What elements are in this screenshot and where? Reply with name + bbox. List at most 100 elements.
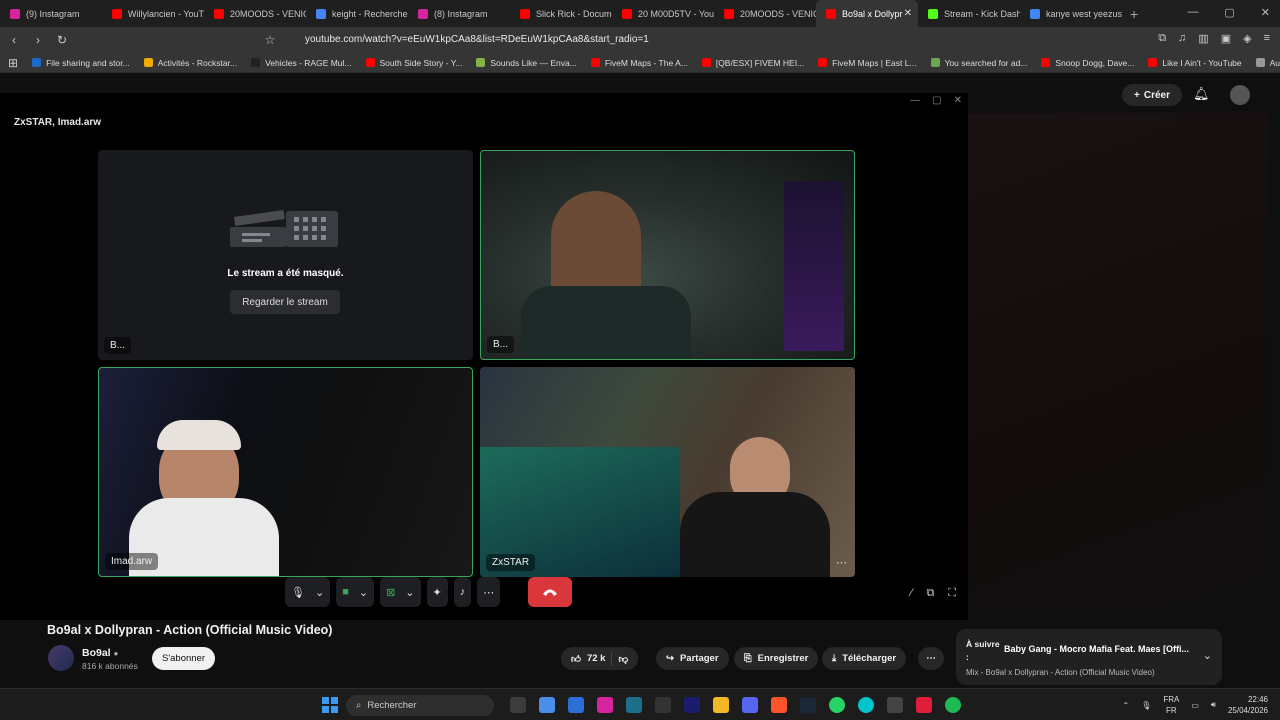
bookmark-item[interactable]: Activités - Rockstar... — [143, 58, 237, 68]
apps-grid-icon[interactable]: ⊞ — [8, 56, 18, 70]
bookmark-item[interactable]: Like I Ain't - YouTube — [1148, 58, 1242, 68]
browser-tab[interactable]: kanye west yeezus — [1020, 0, 1122, 27]
more-icon[interactable]: ⋯ — [483, 586, 494, 599]
download-button[interactable]: ⤓ Télécharger — [822, 647, 907, 670]
browser-tab[interactable]: (9) Instagram — [0, 0, 102, 27]
video-tile-participant[interactable]: ZxSTAR ⋯ — [480, 367, 855, 577]
minimize-icon[interactable]: — — [910, 95, 920, 106]
maximize-icon[interactable]: ▢ — [1224, 6, 1234, 19]
close-icon[interactable]: ✕ — [1261, 6, 1270, 19]
camera-control[interactable]: ■ ⌄ — [336, 577, 375, 607]
fullscreen-icon[interactable]: ⛶ — [948, 587, 956, 600]
camera-icon[interactable]: ■ — [342, 586, 349, 598]
mic-control[interactable]: 🎙︎ ⌄ — [285, 577, 331, 607]
account-avatar[interactable] — [1230, 85, 1250, 105]
video-tile-participant[interactable]: B... — [480, 150, 855, 360]
up-next-song[interactable]: Baby Gang - Mocro Mafia Feat. Maes [Offi… — [1004, 644, 1189, 654]
bookmark-item[interactable]: [QB/ESX] FIVEM HEI... — [701, 58, 804, 68]
language-indicator[interactable]: FRA FR — [1163, 694, 1179, 716]
bookmark-item[interactable]: South Side Story - Y... — [365, 58, 462, 68]
browser-tab[interactable]: keight - Recherche — [306, 0, 408, 27]
thumbs-down-icon[interactable]: 👎︎ — [618, 653, 628, 665]
watch-stream-button[interactable]: Regarder le stream — [230, 290, 340, 314]
more-actions-button[interactable]: ⋯ — [918, 647, 944, 670]
channel-avatar[interactable] — [48, 645, 74, 671]
more-button[interactable]: ⋯ — [477, 577, 501, 607]
screen-share-icon[interactable]: ⊠ — [386, 586, 395, 599]
bookmark-icon[interactable]: ☆ — [260, 33, 280, 47]
disconnect-button[interactable] — [528, 577, 573, 607]
thumbs-up-icon[interactable]: 👍︎ — [571, 653, 581, 665]
channel-name[interactable]: Bo9al ● — [82, 647, 118, 659]
bookmark-item[interactable]: Snoop Dogg, Dave... — [1041, 58, 1134, 68]
brave-icon[interactable] — [771, 697, 787, 713]
bookmark-item[interactable]: Autres favoris — [1255, 58, 1280, 68]
reload-icon[interactable]: ↻ — [52, 33, 72, 47]
menu-icon[interactable]: ≡ — [1264, 32, 1270, 45]
spotify-icon[interactable] — [945, 697, 961, 713]
bookmark-item[interactable]: Vehicles - RAGE Mul... — [251, 58, 352, 68]
steam-icon[interactable] — [800, 697, 816, 713]
activities-button[interactable]: ✦ — [426, 577, 448, 607]
bookmark-item[interactable]: You searched for ad... — [930, 58, 1027, 68]
close-icon[interactable]: ✕ — [954, 95, 962, 106]
popout-icon[interactable]: ⧉ — [926, 587, 934, 600]
like-count[interactable]: 72 k — [587, 653, 606, 664]
video-tile-participant[interactable]: Imad.arw — [98, 367, 473, 577]
new-tab-icon[interactable]: + — [1130, 6, 1138, 22]
app-icon[interactable] — [626, 697, 642, 713]
up-next-mix[interactable]: Mix - Bo9al x Dollypran - Action (Offici… — [966, 668, 1155, 677]
up-next-panel[interactable]: À suivre : Baby Gang - Mocro Mafia Feat.… — [956, 629, 1222, 685]
more-options-icon[interactable]: ⋯ — [836, 556, 847, 569]
sidebar-icon[interactable]: ▥ — [1198, 32, 1208, 45]
audition-icon[interactable] — [684, 697, 700, 713]
share-button[interactable]: ↪ Partager — [656, 647, 729, 670]
browser-tab[interactable]: Willylancien - YouTu — [102, 0, 204, 27]
clock[interactable]: 22:46 25/04/2026 — [1228, 694, 1268, 716]
url-field[interactable]: youtube.com/watch?v=eEuW1kpCAa8&list=RDe… — [305, 34, 649, 45]
music-icon[interactable]: ♫ — [1178, 32, 1186, 45]
soundboard-icon[interactable]: ♪ — [460, 586, 466, 598]
canva-icon[interactable] — [858, 697, 874, 713]
video-player-area[interactable] — [968, 113, 1268, 613]
minimize-icon[interactable]: — — [1187, 6, 1198, 19]
bookmark-item[interactable]: FiveM Maps - The A... — [590, 58, 688, 68]
bookmark-item[interactable]: FiveM Maps | East L... — [818, 58, 917, 68]
microphone-icon[interactable]: 🎙︎ — [291, 586, 305, 599]
taskbar-search[interactable]: ⌕ Rechercher — [346, 695, 494, 716]
share-control[interactable]: ⊠ ⌄ — [380, 577, 421, 607]
network-icon[interactable]: ▭ — [1191, 701, 1199, 710]
wand-icon[interactable]: ⁄ — [911, 587, 913, 600]
app-icon[interactable] — [916, 697, 932, 713]
bookmark-item[interactable]: File sharing and stor... — [32, 58, 130, 68]
chevron-down-icon[interactable]: ⌄ — [359, 586, 368, 599]
bookmark-item[interactable]: Sounds Like — Enva... — [476, 58, 577, 68]
shield-icon[interactable]: ◈ — [1243, 32, 1251, 45]
app-icon[interactable] — [539, 697, 555, 713]
chevron-down-icon[interactable]: ⌄ — [1203, 649, 1212, 662]
soundboard-button[interactable]: ♪ — [453, 577, 472, 607]
browser-tab[interactable]: 20MOODS - VENIC — [204, 0, 306, 27]
app-icon[interactable] — [510, 697, 526, 713]
close-tab-icon[interactable]: ✕ — [904, 8, 912, 19]
browser-tab[interactable]: Stream - Kick Dashb — [918, 0, 1020, 27]
app-icon[interactable] — [655, 697, 671, 713]
microphone-icon[interactable]: 🎙︎ — [1141, 701, 1151, 710]
activities-icon[interactable]: ✦ — [433, 586, 442, 599]
subscribe-button[interactable]: S'abonner — [152, 647, 215, 670]
instagram-icon[interactable] — [597, 697, 613, 713]
start-button[interactable] — [322, 697, 338, 713]
folder-icon[interactable] — [713, 697, 729, 713]
back-icon[interactable]: ‹ — [4, 33, 24, 47]
forward-icon[interactable]: › — [28, 33, 48, 47]
save-button[interactable]: ⎘ Enregistrer — [734, 647, 819, 670]
create-button[interactable]: + Créer — [1122, 84, 1182, 106]
app-icon[interactable] — [887, 697, 903, 713]
wallet-icon[interactable]: ▣ — [1221, 32, 1231, 45]
browser-tab[interactable]: (8) Instagram — [408, 0, 510, 27]
browser-tab[interactable]: Slick Rick - Docume — [510, 0, 612, 27]
browser-tab[interactable]: 20MOODS - VENIC — [714, 0, 816, 27]
discord-icon[interactable] — [742, 697, 758, 713]
chevron-down-icon[interactable]: ⌄ — [405, 586, 414, 599]
app-icon[interactable] — [568, 697, 584, 713]
